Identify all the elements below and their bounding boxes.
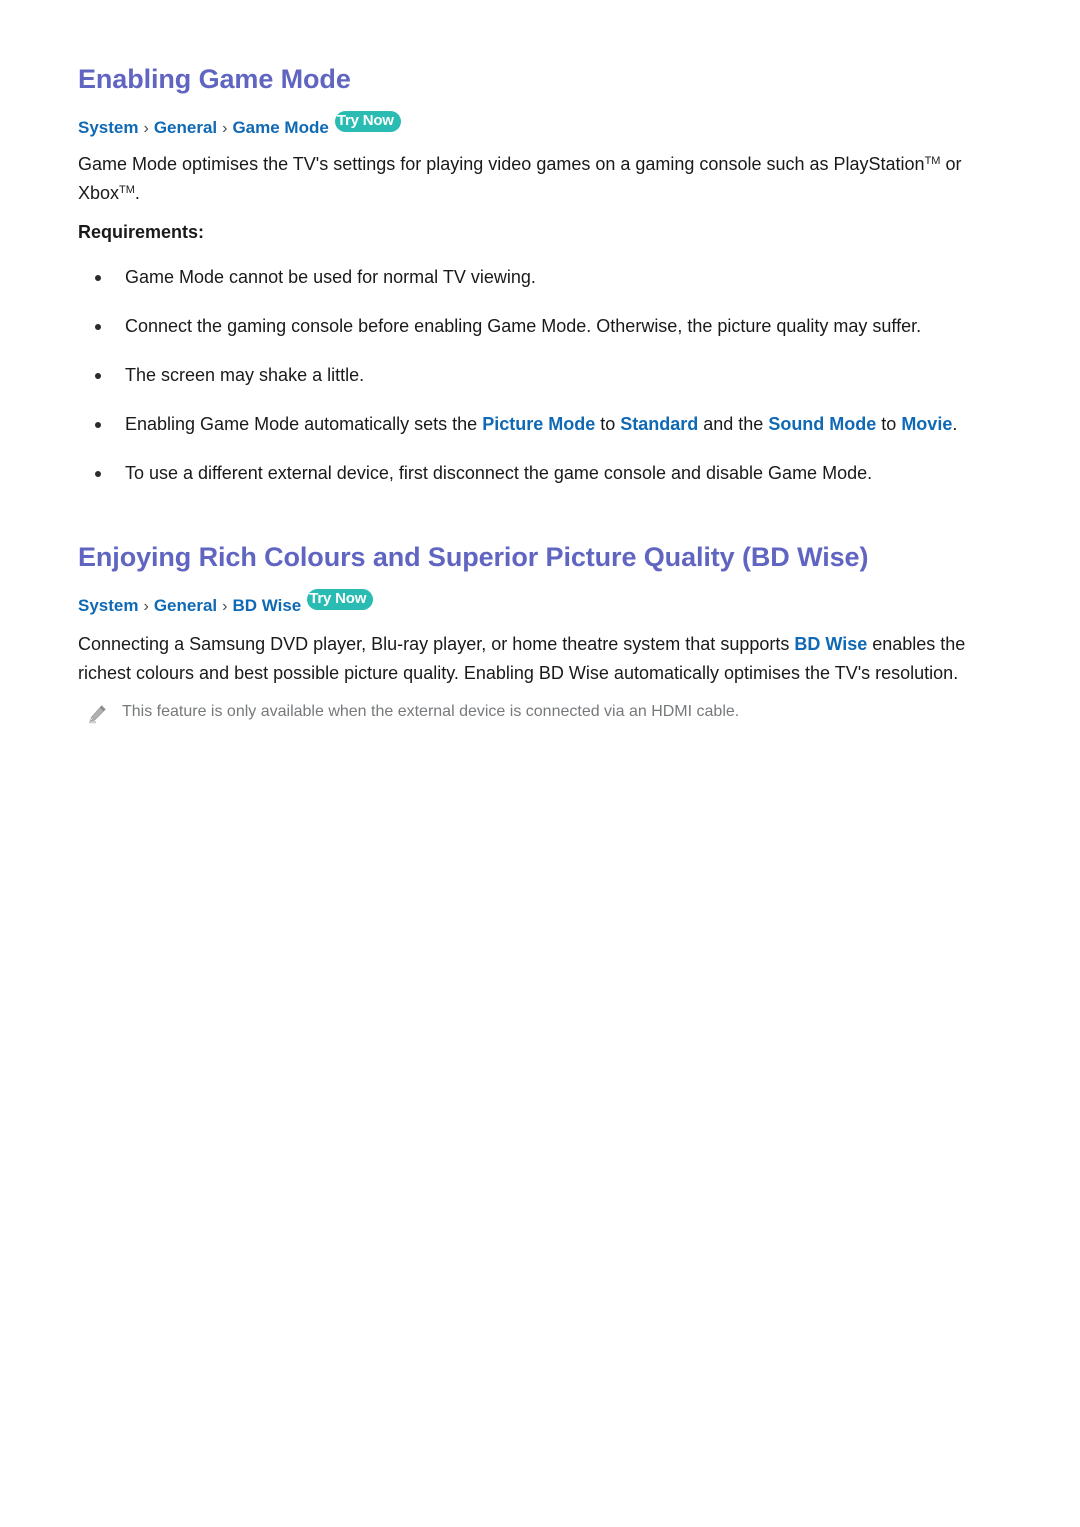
list-item-text-suffix: . (952, 414, 958, 434)
setting-value-standard[interactable]: Standard (620, 414, 698, 434)
document-page: Enabling Game Mode System › General › Game M… (0, 0, 1080, 1527)
try-now-badge-game-mode[interactable]: Try Now (334, 111, 401, 132)
bullet-dot-icon (95, 373, 101, 379)
bd-wise-paragraph: Connecting a Samsung DVD player, Blu-ray… (78, 630, 990, 688)
list-item-text-mid2: and the (698, 414, 769, 434)
breadcrumb-item-general[interactable]: General (154, 118, 217, 137)
bullet-dot-icon (95, 275, 101, 281)
setting-name-sound-mode[interactable]: Sound Mode (768, 414, 876, 434)
requirements-list: Game Mode cannot be used for normal TV v… (78, 263, 990, 488)
breadcrumb-game-mode: System › General › Game Mode Try Now (78, 111, 990, 140)
page-title-game-mode: Enabling Game Mode (78, 64, 351, 94)
try-now-badge-bd-wise[interactable]: Try Now (307, 589, 374, 610)
list-item-text-mid1: to (595, 414, 621, 434)
page-title-bd-wise: Enjoying Rich Colours and Superior Pictu… (78, 542, 869, 572)
list-item: To use a different external device, firs… (78, 459, 990, 488)
setting-value-movie[interactable]: Movie (901, 414, 952, 434)
list-item-text: Game Mode cannot be used for normal TV v… (125, 267, 536, 287)
list-item-text: The screen may shake a little. (125, 365, 365, 385)
requirements-label: Requirements: (78, 222, 205, 242)
intro-paragraph-game-mode: Game Mode optimises the TV's settings fo… (78, 150, 990, 208)
bd-wise-text-part1: Connecting a Samsung DVD player, Blu-ray… (78, 634, 795, 654)
bullet-dot-icon (95, 324, 101, 330)
note-row: This feature is only available when the … (78, 700, 990, 725)
breadcrumb-item-system[interactable]: System (78, 596, 138, 615)
bullet-dot-icon (95, 422, 101, 428)
breadcrumb-item-system[interactable]: System (78, 118, 138, 137)
list-item: Enabling Game Mode automatically sets th… (78, 410, 990, 439)
bullet-dot-icon (95, 471, 101, 477)
breadcrumb-separator-icon: › (143, 598, 149, 615)
list-item: Connect the gaming console before enabli… (78, 312, 990, 341)
trademark-symbol: TM (924, 155, 941, 167)
breadcrumb-item-game-mode[interactable]: Game Mode (232, 118, 328, 137)
breadcrumb-separator-icon: › (222, 120, 228, 137)
list-item-text: Connect the gaming console before enabli… (125, 316, 922, 336)
feature-name-bd-wise[interactable]: BD Wise (794, 634, 867, 654)
setting-name-picture-mode[interactable]: Picture Mode (482, 414, 595, 434)
trademark-symbol: TM (119, 184, 135, 196)
note-text: This feature is only available when the … (122, 703, 740, 720)
breadcrumb-separator-icon: › (222, 598, 228, 615)
breadcrumb-separator-icon: › (143, 120, 149, 137)
list-item: Game Mode cannot be used for normal TV v… (78, 263, 990, 292)
breadcrumb-bd-wise: System › General › BD Wise Try Now (78, 589, 990, 618)
list-item-text-prefix: Enabling Game Mode automatically sets th… (125, 414, 483, 434)
pencil-icon (86, 703, 108, 725)
list-item-text: To use a different external device, firs… (125, 463, 873, 483)
list-item: The screen may shake a little. (78, 361, 990, 390)
breadcrumb-item-general[interactable]: General (154, 596, 217, 615)
list-item-text-mid3: to (876, 414, 902, 434)
intro-text-part3: . (134, 183, 140, 203)
intro-text-part1: Game Mode optimises the TV's settings fo… (78, 154, 925, 174)
breadcrumb-item-bd-wise[interactable]: BD Wise (232, 596, 301, 615)
